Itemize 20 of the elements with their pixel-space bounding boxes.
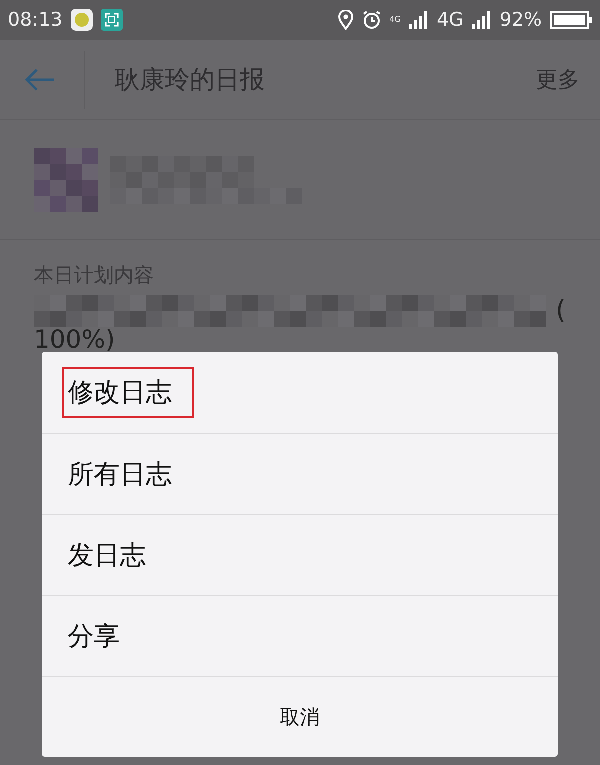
text-fragment: 100%) (34, 327, 116, 353)
signal-icon (472, 11, 492, 29)
cancel-button[interactable]: 取消 (280, 704, 320, 730)
text-fragment: ( (556, 296, 566, 326)
back-icon[interactable] (24, 68, 56, 92)
network-type-small: 4G (390, 16, 401, 24)
menu-option[interactable]: 分享 (68, 618, 120, 654)
signal-icon (408, 11, 429, 29)
status-time: 08:13 (8, 9, 63, 31)
menu-option[interactable]: 发日志 (68, 538, 146, 572)
network-type: 4G (436, 9, 464, 31)
battery-percent: 92% (500, 9, 542, 31)
scan-icon (100, 9, 123, 31)
menu-option[interactable]: 所有日志 (68, 456, 172, 492)
app-icon (70, 9, 93, 31)
location-icon (338, 10, 354, 30)
alarm-icon (362, 10, 382, 30)
battery-icon (550, 11, 592, 29)
menu-option[interactable]: 修改日志 (64, 369, 192, 416)
page-title: 耿康玲的日报 (115, 64, 266, 96)
